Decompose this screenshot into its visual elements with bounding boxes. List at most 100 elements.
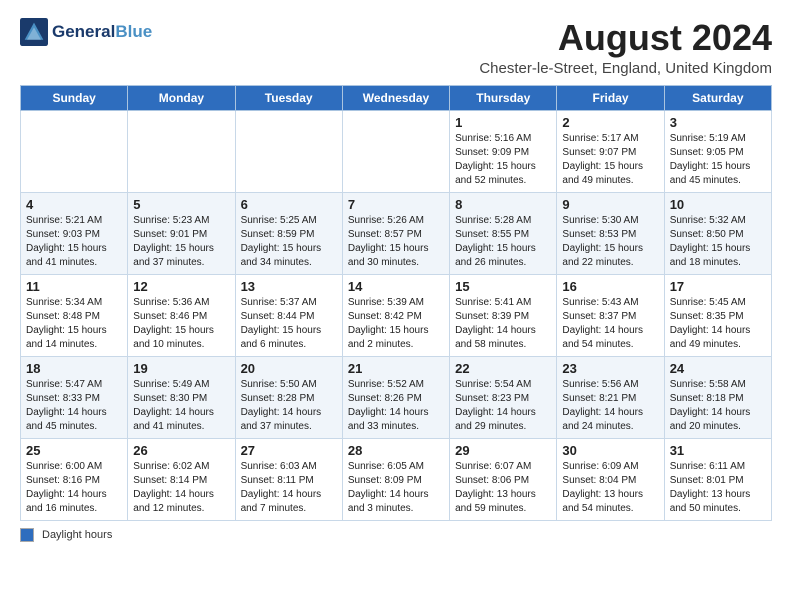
calendar-cell: 18Sunrise: 5:47 AMSunset: 8:33 PMDayligh… — [21, 356, 128, 438]
calendar-cell — [235, 110, 342, 192]
day-info: Sunrise: 5:45 AMSunset: 8:35 PMDaylight:… — [670, 296, 766, 352]
calendar-cell: 27Sunrise: 6:03 AMSunset: 8:11 PMDayligh… — [235, 438, 342, 520]
day-info: Sunrise: 6:05 AMSunset: 8:09 PMDaylight:… — [348, 460, 444, 516]
day-number: 18 — [26, 361, 122, 376]
day-info: Sunrise: 5:30 AMSunset: 8:53 PMDaylight:… — [562, 214, 658, 270]
day-number: 28 — [348, 443, 444, 458]
day-info: Sunrise: 5:58 AMSunset: 8:18 PMDaylight:… — [670, 378, 766, 434]
logo-icon — [20, 18, 48, 46]
logo-text: GeneralBlue — [52, 23, 152, 42]
calendar-cell: 25Sunrise: 6:00 AMSunset: 8:16 PMDayligh… — [21, 438, 128, 520]
day-number: 25 — [26, 443, 122, 458]
weekday-header-thursday: Thursday — [450, 85, 557, 110]
day-info: Sunrise: 5:34 AMSunset: 8:48 PMDaylight:… — [26, 296, 122, 352]
day-number: 20 — [241, 361, 337, 376]
calendar-cell: 15 Sunrise: 5:41 AMSunset: 8:39 PMDayligh… — [450, 274, 557, 356]
calendar-cell: 13 Sunrise: 5:37 AMSunset: 8:44 PMDayligh… — [235, 274, 342, 356]
calendar-cell: 29 Sunrise: 6:07 AMSunset: 8:06 PMDayligh… — [450, 438, 557, 520]
weekday-header-sunday: Sunday — [21, 85, 128, 110]
day-number: 29 — [455, 443, 551, 458]
day-info: Sunrise: 5:43 AMSunset: 8:37 PMDaylight:… — [562, 296, 658, 352]
day-number: 15 — [455, 279, 551, 294]
weekday-header-monday: Monday — [128, 85, 235, 110]
calendar-cell: 23 Sunrise: 5:56 AMSunset: 8:21 PMDayligh… — [557, 356, 664, 438]
main-title: August 2024 — [479, 18, 772, 58]
day-info: Sunrise: 5:17 AMSunset: 9:07 PMDaylight:… — [562, 132, 658, 188]
calendar-cell: 22Sunrise: 5:54 AMSunset: 8:23 PMDayligh… — [450, 356, 557, 438]
calendar-week-1: 1 Sunrise: 5:16 AMSunset: 9:09 PMDaylight… — [21, 110, 772, 192]
calendar-cell: 8Sunrise: 5:28 AMSunset: 8:55 PMDaylight… — [450, 192, 557, 274]
day-number: 10 — [670, 197, 766, 212]
day-number: 7 — [348, 197, 444, 212]
calendar-cell: 17 Sunrise: 5:45 AMSunset: 8:35 PMDayligh… — [664, 274, 771, 356]
day-number: 30 — [562, 443, 658, 458]
calendar-cell: 21 Sunrise: 5:52 AMSunset: 8:26 PMDayligh… — [342, 356, 449, 438]
calendar-cell — [21, 110, 128, 192]
calendar-body: 1 Sunrise: 5:16 AMSunset: 9:09 PMDaylight… — [21, 110, 772, 520]
day-number: 3 — [670, 115, 766, 130]
day-number: 5 — [133, 197, 229, 212]
day-info: Sunrise: 6:02 AMSunset: 8:14 PMDaylight:… — [133, 460, 229, 516]
day-info: Sunrise: 5:16 AMSunset: 9:09 PMDaylight:… — [455, 132, 551, 188]
legend-text: Daylight hours — [42, 529, 112, 541]
calendar-cell — [342, 110, 449, 192]
calendar-cell: 1 Sunrise: 5:16 AMSunset: 9:09 PMDaylight… — [450, 110, 557, 192]
day-number: 23 — [562, 361, 658, 376]
day-number: 9 — [562, 197, 658, 212]
day-info: Sunrise: 5:28 AMSunset: 8:55 PMDaylight:… — [455, 214, 551, 270]
day-number: 2 — [562, 115, 658, 130]
day-number: 22 — [455, 361, 551, 376]
day-info: Sunrise: 5:41 AMSunset: 8:39 PMDaylight:… — [455, 296, 551, 352]
calendar-cell: 16 Sunrise: 5:43 AMSunset: 8:37 PMDayligh… — [557, 274, 664, 356]
calendar-cell: 7Sunrise: 5:26 AMSunset: 8:57 PMDaylight… — [342, 192, 449, 274]
day-number: 24 — [670, 361, 766, 376]
calendar-cell: 12Sunrise: 5:36 AMSunset: 8:46 PMDayligh… — [128, 274, 235, 356]
day-number: 16 — [562, 279, 658, 294]
day-number: 12 — [133, 279, 229, 294]
day-info: Sunrise: 6:07 AMSunset: 8:06 PMDaylight:… — [455, 460, 551, 516]
day-info: Sunrise: 5:23 AMSunset: 9:01 PMDaylight:… — [133, 214, 229, 270]
calendar-cell: 24 Sunrise: 5:58 AMSunset: 8:18 PMDayligh… — [664, 356, 771, 438]
day-number: 4 — [26, 197, 122, 212]
day-info: Sunrise: 5:52 AMSunset: 8:26 PMDaylight:… — [348, 378, 444, 434]
day-info: Sunrise: 6:11 AMSunset: 8:01 PMDaylight:… — [670, 460, 766, 516]
weekday-header-saturday: Saturday — [664, 85, 771, 110]
calendar-cell: 3Sunrise: 5:19 AMSunset: 9:05 PMDaylight… — [664, 110, 771, 192]
calendar-cell: 26 Sunrise: 6:02 AMSunset: 8:14 PMDayligh… — [128, 438, 235, 520]
day-number: 26 — [133, 443, 229, 458]
day-number: 1 — [455, 115, 551, 130]
header: GeneralBlue August 2024 Chester-le-Stree… — [20, 18, 772, 77]
calendar-cell: 4 Sunrise: 5:21 AMSunset: 9:03 PMDaylight… — [21, 192, 128, 274]
day-number: 21 — [348, 361, 444, 376]
title-block: August 2024 Chester-le-Street, England, … — [479, 18, 772, 77]
calendar-cell — [128, 110, 235, 192]
calendar-cell: 2 Sunrise: 5:17 AMSunset: 9:07 PMDaylight… — [557, 110, 664, 192]
calendar-cell: 14 Sunrise: 5:39 AMSunset: 8:42 PMDayligh… — [342, 274, 449, 356]
calendar-cell: 20Sunrise: 5:50 AMSunset: 8:28 PMDayligh… — [235, 356, 342, 438]
calendar-table: SundayMondayTuesdayWednesdayThursdayFrid… — [20, 85, 772, 521]
day-info: Sunrise: 5:32 AMSunset: 8:50 PMDaylight:… — [670, 214, 766, 270]
weekday-header-friday: Friday — [557, 85, 664, 110]
day-info: Sunrise: 5:37 AMSunset: 8:44 PMDaylight:… — [241, 296, 337, 352]
day-info: Sunrise: 5:39 AMSunset: 8:42 PMDaylight:… — [348, 296, 444, 352]
calendar-cell: 10 Sunrise: 5:32 AMSunset: 8:50 PMDayligh… — [664, 192, 771, 274]
weekday-header-wednesday: Wednesday — [342, 85, 449, 110]
day-info: Sunrise: 6:09 AMSunset: 8:04 PMDaylight:… — [562, 460, 658, 516]
day-number: 13 — [241, 279, 337, 294]
logo-line2: Blue — [115, 22, 152, 41]
calendar-cell: 6Sunrise: 5:25 AMSunset: 8:59 PMDaylight… — [235, 192, 342, 274]
day-info: Sunrise: 6:03 AMSunset: 8:11 PMDaylight:… — [241, 460, 337, 516]
day-number: 14 — [348, 279, 444, 294]
day-number: 17 — [670, 279, 766, 294]
footer: Daylight hours — [20, 528, 772, 542]
day-info: Sunrise: 5:56 AMSunset: 8:21 PMDaylight:… — [562, 378, 658, 434]
day-info: Sunrise: 5:21 AMSunset: 9:03 PMDaylight:… — [26, 214, 122, 270]
subtitle: Chester-le-Street, England, United Kingd… — [479, 60, 772, 77]
calendar-cell: 31Sunrise: 6:11 AMSunset: 8:01 PMDayligh… — [664, 438, 771, 520]
calendar-week-3: 11 Sunrise: 5:34 AMSunset: 8:48 PMDayligh… — [21, 274, 772, 356]
day-info: Sunrise: 5:49 AMSunset: 8:30 PMDaylight:… — [133, 378, 229, 434]
day-number: 11 — [26, 279, 122, 294]
calendar-week-5: 25Sunrise: 6:00 AMSunset: 8:16 PMDayligh… — [21, 438, 772, 520]
weekday-header-tuesday: Tuesday — [235, 85, 342, 110]
day-number: 6 — [241, 197, 337, 212]
